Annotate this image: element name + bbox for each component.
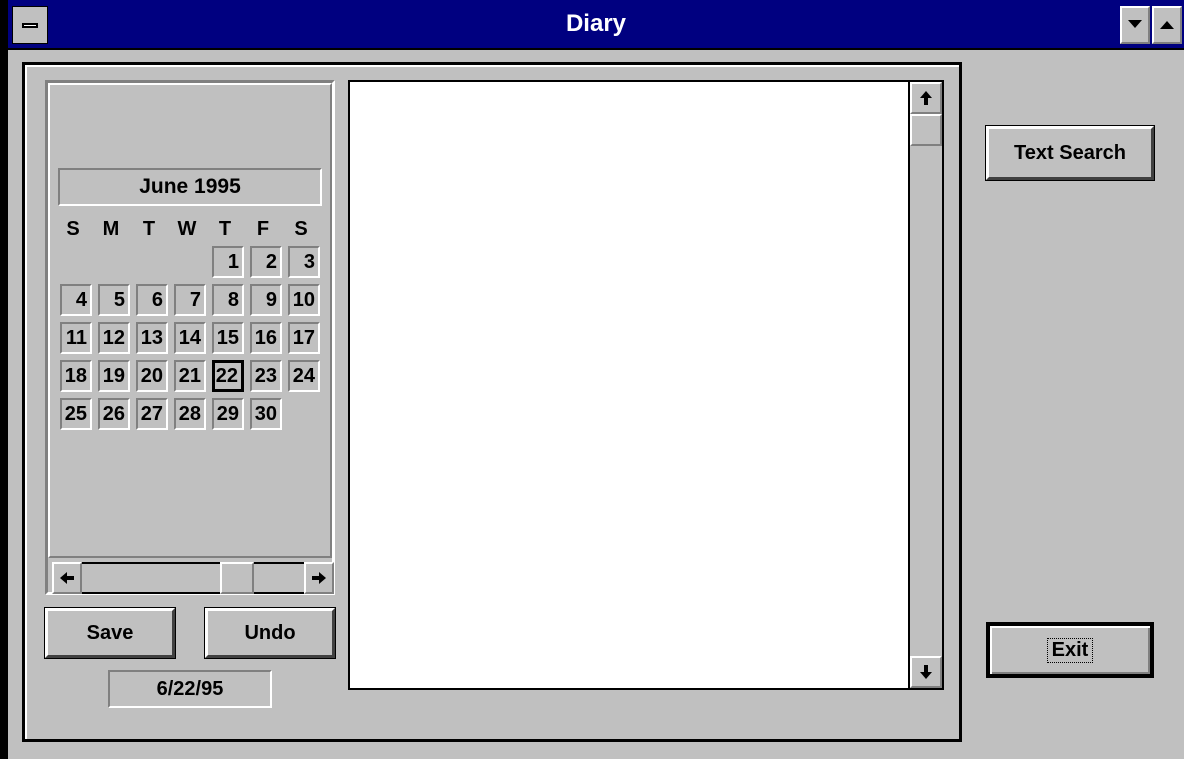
calendar-day[interactable]: 16 [250,322,282,354]
calendar-day[interactable]: 30 [250,398,282,430]
current-date-display: 6/22/95 [108,670,272,708]
weekday-label: M [102,218,120,240]
calendar-day[interactable]: 1 [212,246,244,278]
calendar-day[interactable]: 28 [174,398,206,430]
calendar-day[interactable]: 10 [288,284,320,316]
calendar-day[interactable]: 18 [60,360,92,392]
weekday-label: S [66,218,80,240]
calendar-day[interactable]: 6 [136,284,168,316]
exit-button-label: Exit [1046,637,1094,663]
calendar-day[interactable]: 24 [288,360,320,392]
exit-button[interactable]: Exit [986,622,1154,678]
calendar-day[interactable]: 20 [136,360,168,392]
text-scrollbar[interactable] [908,82,942,688]
system-menu-icon[interactable] [12,6,48,44]
calendar-day-selected[interactable]: 22 [212,360,244,392]
calendar-day[interactable]: 26 [98,398,130,430]
diary-text-area[interactable] [348,80,944,690]
calendar-day[interactable]: 14 [174,322,206,354]
calendar-day[interactable]: 11 [60,322,92,354]
calendar-day[interactable]: 21 [174,360,206,392]
calendar-day[interactable]: 17 [288,322,320,354]
calendar-day[interactable]: 29 [212,398,244,430]
calendar-day[interactable]: 25 [60,398,92,430]
calendar-day[interactable]: 8 [212,284,244,316]
scroll-down-arrow-icon[interactable] [910,656,942,688]
weekday-label: S [294,218,308,240]
calendar-day[interactable]: 15 [212,322,244,354]
calendar-day[interactable]: 5 [98,284,130,316]
calendar-day[interactable]: 2 [250,246,282,278]
minimize-arrow-icon[interactable] [1120,6,1150,44]
text-scroll-thumb[interactable] [910,114,942,146]
save-button[interactable]: Save [44,607,176,659]
undo-button[interactable]: Undo [204,607,336,659]
calendar-day[interactable]: 13 [136,322,168,354]
calendar-day[interactable]: 4 [60,284,92,316]
calendar-day[interactable]: 3 [288,246,320,278]
weekday-label: F [256,218,270,240]
calendar-scrollbar[interactable] [52,562,334,594]
scroll-left-arrow-icon[interactable] [52,562,82,594]
calendar-scroll-thumb[interactable] [220,562,254,594]
scroll-up-arrow-icon[interactable] [910,82,942,114]
weekday-label: T [142,218,156,240]
window-title: Diary [565,10,627,37]
calendar-day[interactable]: 7 [174,284,206,316]
month-label: June 1995 [58,168,322,206]
title-bar[interactable]: Diary [8,0,1184,50]
calendar-day[interactable]: 9 [250,284,282,316]
calendar-day[interactable]: 19 [98,360,130,392]
scroll-right-arrow-icon[interactable] [304,562,334,594]
calendar-day[interactable]: 12 [98,322,130,354]
weekday-label: T [218,218,232,240]
calendar-day[interactable]: 27 [136,398,168,430]
text-search-button[interactable]: Text Search [985,125,1155,181]
maximize-arrow-icon[interactable] [1152,6,1182,44]
calendar-day[interactable]: 23 [250,360,282,392]
calendar-inner [48,83,332,558]
weekday-label: W [177,218,197,240]
